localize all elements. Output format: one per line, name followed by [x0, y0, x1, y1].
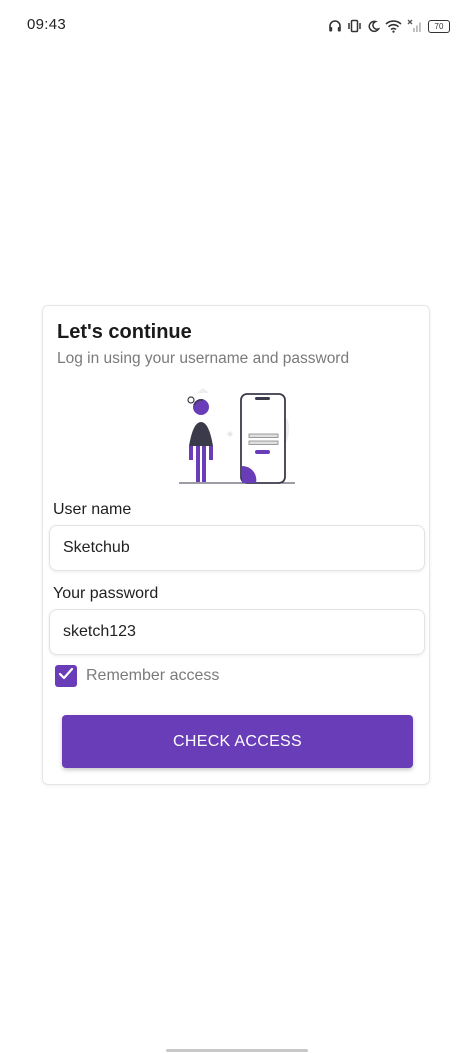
- password-input[interactable]: [49, 609, 425, 655]
- status-time: 09:43: [27, 16, 67, 33]
- login-screen: 09:43 70 Let's continue Log in using you…: [0, 0, 474, 1053]
- person-with-phone-illustration: [175, 388, 301, 488]
- battery-icon: 70: [428, 19, 450, 33]
- checkmark-icon: [58, 667, 74, 686]
- moon-icon: [367, 20, 380, 33]
- username-label: User name: [53, 501, 132, 518]
- status-icons: 70: [328, 17, 450, 35]
- vibrate-icon: [347, 19, 362, 33]
- card-subtitle: Log in using your username and password: [57, 350, 350, 367]
- home-indicator[interactable]: [166, 1049, 308, 1052]
- remember-access-label: Remember access: [86, 667, 220, 684]
- username-input[interactable]: [49, 525, 425, 571]
- wifi-icon: [385, 19, 402, 33]
- headphones-icon: [328, 19, 342, 33]
- remember-access-row: Remember access: [55, 665, 219, 687]
- signal-off-icon: [407, 19, 423, 33]
- remember-access-checkbox[interactable]: [55, 665, 77, 687]
- password-label: Your password: [53, 585, 159, 602]
- check-access-button[interactable]: CHECK ACCESS: [62, 715, 413, 768]
- status-bar: 09:43 70: [0, 0, 474, 50]
- login-card: Let's continue Log in using your usernam…: [42, 305, 430, 785]
- card-title: Let's continue: [57, 321, 192, 343]
